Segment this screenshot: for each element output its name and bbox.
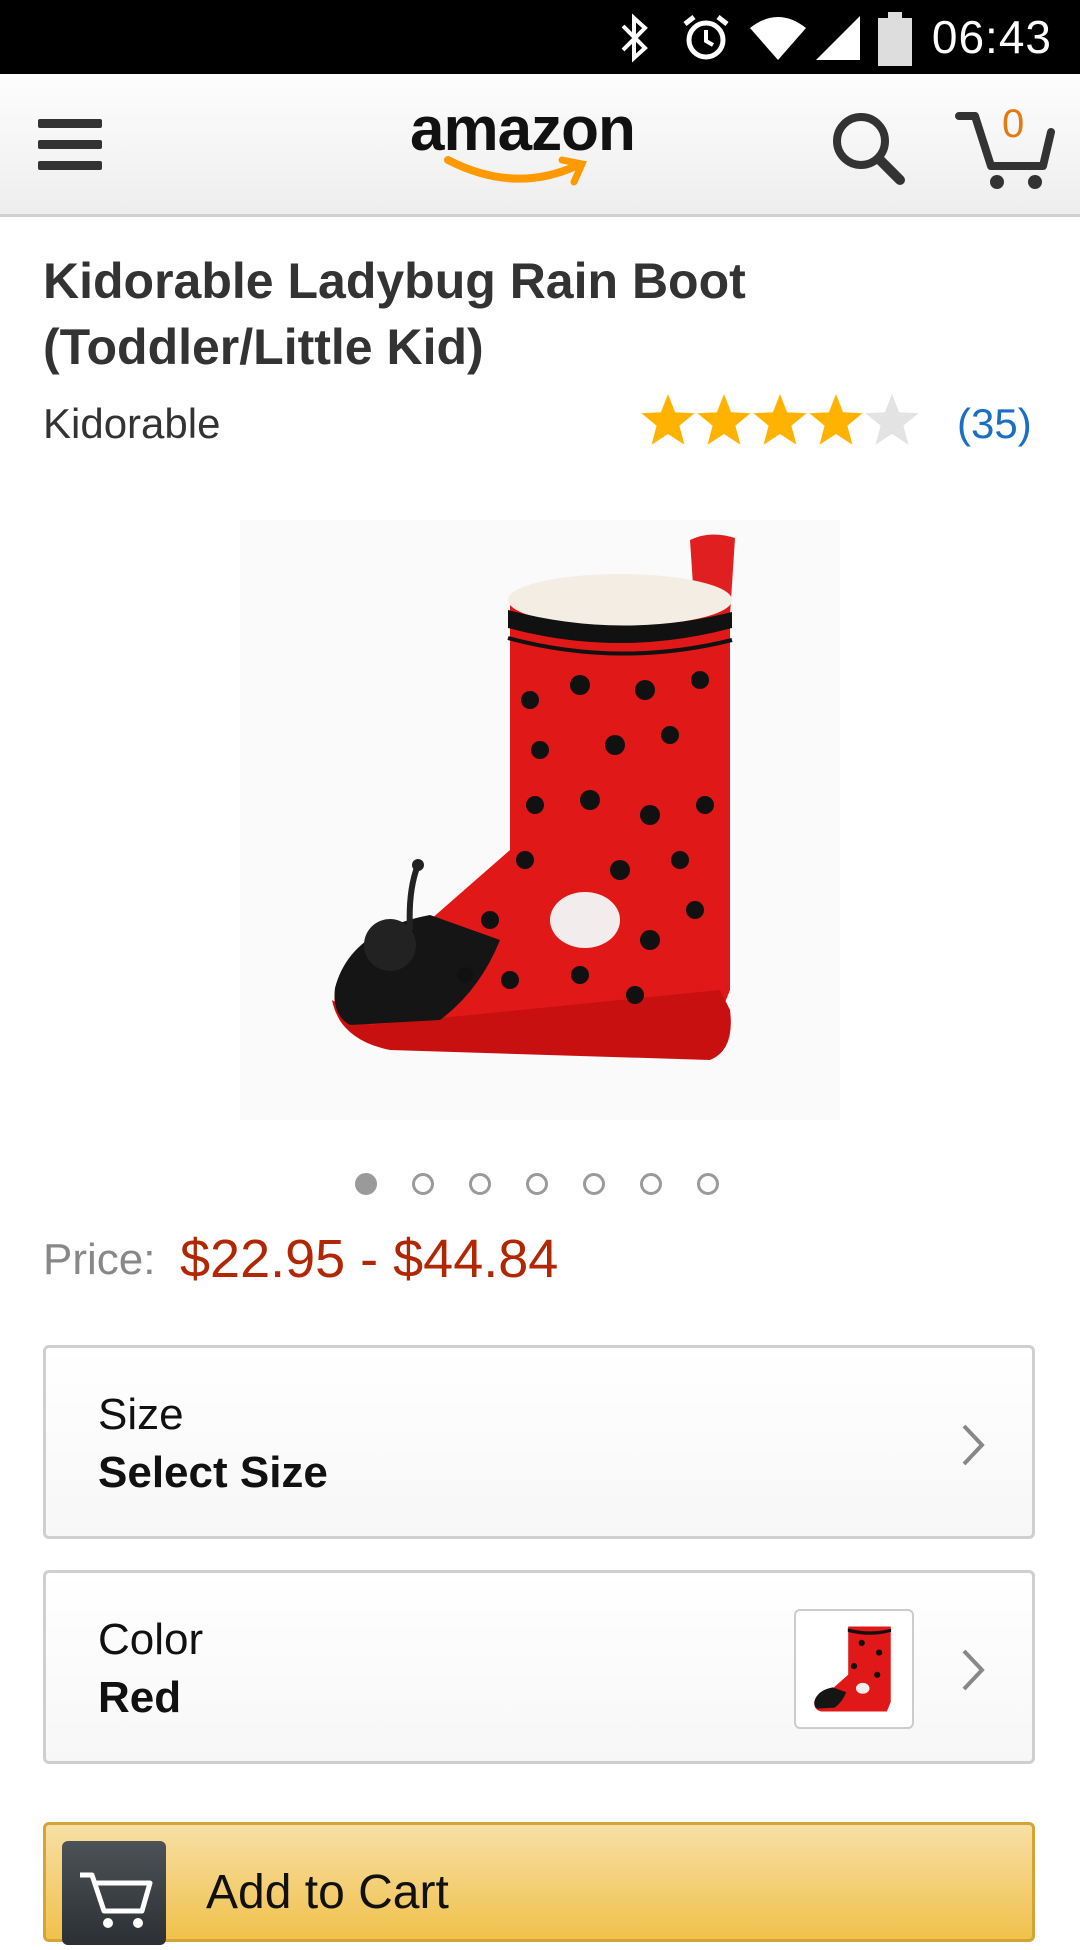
chevron-right-icon xyxy=(962,1424,985,1466)
bluetooth-icon xyxy=(621,13,648,63)
product-title: Kidorable Ladybug Rain Boot (Toddler/Lit… xyxy=(43,248,943,380)
pager-dot[interactable] xyxy=(583,1173,605,1195)
pager-dot[interactable] xyxy=(640,1173,662,1195)
status-time: 06:43 xyxy=(931,11,1052,63)
app-header: amazon 0 xyxy=(0,74,1080,217)
size-label: Size xyxy=(98,1390,184,1439)
swatch-boot-image xyxy=(814,1626,892,1712)
pager-dot[interactable] xyxy=(412,1173,434,1195)
status-bar: 06:43 xyxy=(0,0,1080,74)
alarm-icon xyxy=(683,15,729,60)
price-value: $22.95 - $44.84 xyxy=(180,1229,559,1289)
pager-dot[interactable] xyxy=(697,1173,719,1195)
pager-dot[interactable] xyxy=(526,1173,548,1195)
product-title-line2: (Toddler/Little Kid) xyxy=(43,319,484,375)
review-count-link[interactable]: (35) xyxy=(957,400,1032,448)
amazon-logo[interactable]: amazon xyxy=(410,94,670,194)
cart-count-badge: 0 xyxy=(1002,102,1025,146)
color-swatch-thumbnail[interactable] xyxy=(794,1609,914,1729)
star-filled-icon xyxy=(641,394,695,445)
chevron-right-icon xyxy=(962,1649,985,1691)
search-icon[interactable] xyxy=(828,108,908,188)
product-brand[interactable]: Kidorable xyxy=(43,400,220,448)
size-selector[interactable]: Size Select Size xyxy=(43,1345,1035,1539)
star-filled-icon xyxy=(753,394,807,445)
add-to-cart-button[interactable]: Add to Cart xyxy=(43,1822,1035,1945)
star-filled-icon xyxy=(809,394,863,445)
price-label: Price: xyxy=(43,1235,156,1284)
color-label: Color xyxy=(98,1615,204,1664)
pager-dot[interactable] xyxy=(469,1173,491,1195)
product-image[interactable] xyxy=(240,520,840,1120)
add-to-cart-icon-box xyxy=(62,1841,166,1945)
star-empty-icon xyxy=(865,394,919,445)
add-to-cart-label: Add to Cart xyxy=(206,1866,449,1919)
color-selector[interactable]: Color Red xyxy=(43,1570,1035,1764)
color-value: Red xyxy=(98,1673,182,1722)
wifi-icon xyxy=(750,17,806,60)
size-value: Select Size xyxy=(98,1448,328,1497)
battery-icon xyxy=(878,12,912,66)
product-title-line1: Kidorable Ladybug Rain Boot xyxy=(43,253,746,309)
star-filled-icon xyxy=(697,394,751,445)
signal-icon xyxy=(816,16,860,60)
logo-smile-icon xyxy=(444,156,587,186)
add-to-cart-icon xyxy=(80,1872,153,1928)
pager-dot[interactable] xyxy=(355,1173,377,1195)
star-rating[interactable] xyxy=(638,392,923,452)
hamburger-menu-icon[interactable] xyxy=(38,119,102,171)
